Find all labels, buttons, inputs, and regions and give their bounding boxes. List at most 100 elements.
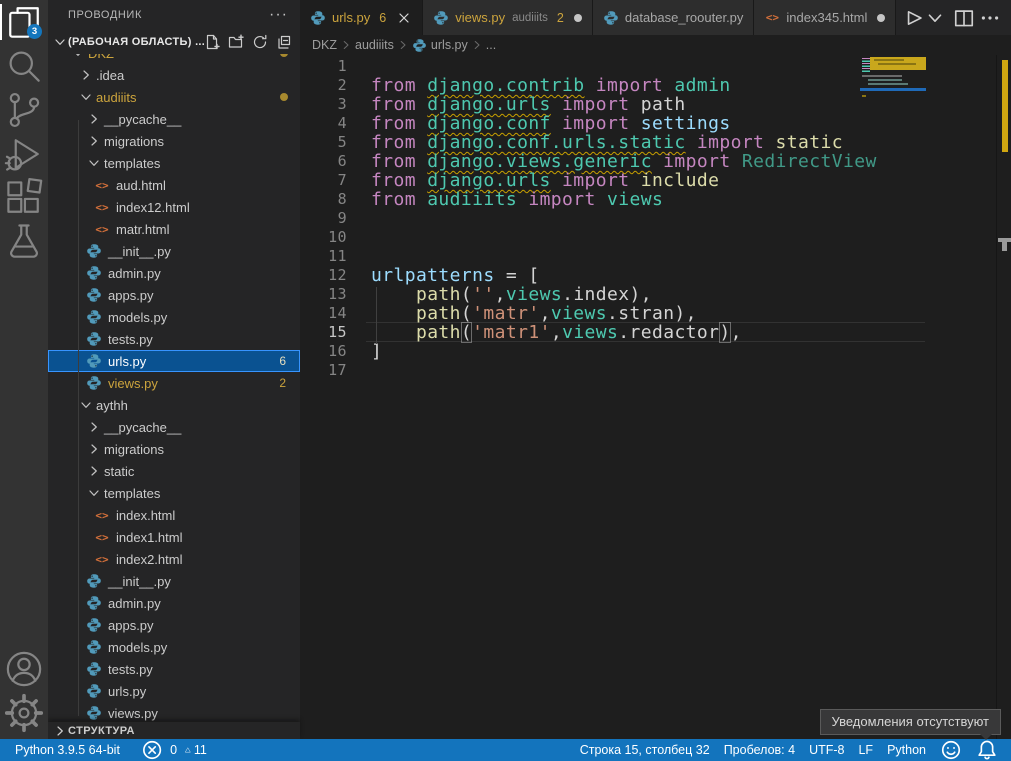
activity-item-explorer[interactable]: 3 bbox=[0, 0, 48, 44]
tree-file-admin-py[interactable]: admin.py bbox=[48, 262, 300, 284]
tree-folder--pycache-[interactable]: __pycache__ bbox=[48, 416, 300, 438]
tree-file--init-py[interactable]: __init__.py bbox=[48, 240, 300, 262]
explorer-icon bbox=[0, 0, 48, 44]
tab-index345-html[interactable]: <>index345.html bbox=[754, 0, 896, 35]
tree-file-tests-py[interactable]: tests.py bbox=[48, 658, 300, 680]
split-editor-button[interactable] bbox=[953, 7, 975, 29]
tab-database-roouter-py[interactable]: database_roouter.py bbox=[593, 0, 755, 35]
sidebar-more-actions-icon[interactable]: ··· bbox=[269, 10, 288, 20]
code-token: ( bbox=[461, 303, 472, 324]
bell-icon bbox=[976, 739, 998, 761]
tree-file-apps-py[interactable]: apps.py bbox=[48, 284, 300, 306]
chevron-down-icon bbox=[78, 397, 94, 413]
code-token: audiiits bbox=[427, 189, 517, 210]
tree-folder-migrations[interactable]: migrations bbox=[48, 130, 300, 152]
tree-file-aud-html[interactable]: <>aud.html bbox=[48, 174, 300, 196]
code-token: django.urls bbox=[427, 94, 551, 115]
tree-file-views-py[interactable]: views.py2 bbox=[48, 372, 300, 394]
status-cursor-position[interactable]: Строка 15, столбец 32 bbox=[573, 739, 717, 761]
tree-file-models-py[interactable]: models.py bbox=[48, 636, 300, 658]
html-file-icon: <> bbox=[94, 199, 110, 215]
status-eol[interactable]: LF bbox=[851, 739, 880, 761]
activity-item-search[interactable] bbox=[0, 44, 48, 88]
new-folder-button[interactable] bbox=[228, 34, 244, 50]
activity-item-source-control[interactable] bbox=[0, 88, 48, 132]
tree-file-index1-html[interactable]: <>index1.html bbox=[48, 526, 300, 548]
refresh-button[interactable] bbox=[252, 34, 268, 50]
code-token: django.conf bbox=[427, 113, 551, 134]
chevron-right-icon bbox=[396, 38, 410, 52]
tab-urls-py[interactable]: urls.py6 bbox=[300, 0, 423, 35]
status-problems[interactable]: 011 bbox=[127, 739, 214, 761]
tree-folder-audiiits[interactable]: audiiits bbox=[48, 86, 300, 108]
collapse-all-button[interactable] bbox=[276, 34, 292, 50]
tree-file-urls-py[interactable]: urls.py bbox=[48, 680, 300, 702]
tree-file-admin-py[interactable]: admin.py bbox=[48, 592, 300, 614]
file-tree: DKZ.ideaaudiiits__pycache__migrationstem… bbox=[48, 54, 300, 722]
tree-folder--pycache-[interactable]: __pycache__ bbox=[48, 108, 300, 130]
code-editor[interactable]: 12from django.contrib import admin3from … bbox=[300, 55, 1011, 739]
workspace-section-header[interactable]: (РАБОЧАЯ ОБЛАСТЬ) ... bbox=[48, 30, 300, 54]
activity-item-run-debug[interactable] bbox=[0, 132, 48, 176]
chevron-right-icon bbox=[78, 67, 94, 83]
outline-section-header[interactable]: СТРУКТУРА bbox=[48, 722, 300, 739]
code-token: = [ bbox=[495, 265, 540, 286]
tree-file-views-py[interactable]: views.py bbox=[48, 702, 300, 722]
tree-item-label: templates bbox=[104, 486, 160, 501]
code-token: views bbox=[562, 322, 618, 343]
html-file-icon: <> bbox=[94, 177, 110, 193]
activity-item-testing[interactable] bbox=[0, 220, 48, 264]
code-token: from bbox=[371, 94, 427, 115]
breadcrumb-item[interactable]: DKZ bbox=[312, 38, 337, 52]
python-file-icon bbox=[86, 573, 102, 589]
status-language-mode[interactable]: Python bbox=[880, 739, 933, 761]
activity-item-extensions[interactable] bbox=[0, 176, 48, 220]
tree-item-label: __init__.py bbox=[108, 244, 171, 259]
more-actions-button[interactable] bbox=[979, 7, 1001, 29]
chevron-down-icon bbox=[86, 485, 102, 501]
tree-file-models-py[interactable]: models.py bbox=[48, 306, 300, 328]
chevron-right-icon bbox=[470, 38, 484, 52]
tree-file-index2-html[interactable]: <>index2.html bbox=[48, 548, 300, 570]
breadcrumb-item[interactable]: audiiits bbox=[355, 38, 394, 52]
tree-file--init-py[interactable]: __init__.py bbox=[48, 570, 300, 592]
tab-views-py[interactable]: views.pyaudiiits2 bbox=[423, 0, 593, 35]
status-label: LF bbox=[858, 743, 873, 757]
tree-file-index-html[interactable]: <>index.html bbox=[48, 504, 300, 526]
breadcrumb-item[interactable]: urls.py bbox=[412, 38, 468, 53]
activity-item-account[interactable] bbox=[0, 647, 48, 691]
status-label: Пробелов: 4 bbox=[724, 743, 795, 757]
tree-folder-aythh[interactable]: aythh bbox=[48, 394, 300, 416]
tree-folder-dkz[interactable]: DKZ bbox=[48, 54, 300, 64]
python-file-icon bbox=[603, 10, 619, 26]
activity-item-settings[interactable] bbox=[0, 691, 48, 735]
tree-file-apps-py[interactable]: apps.py bbox=[48, 614, 300, 636]
status-python-interpreter[interactable]: Python 3.9.5 64-bit bbox=[8, 739, 127, 761]
run-dropdown-button[interactable] bbox=[927, 7, 949, 29]
code-text: path('',views.index), bbox=[371, 285, 652, 304]
tree-file-matr-html[interactable]: <>matr.html bbox=[48, 218, 300, 240]
code-text: from django.conf import settings bbox=[371, 114, 731, 133]
status-encoding[interactable]: UTF-8 bbox=[802, 739, 851, 761]
tree-folder-migrations[interactable]: migrations bbox=[48, 438, 300, 460]
tree-file-index12-html[interactable]: <>index12.html bbox=[48, 196, 300, 218]
tab-problems-badge: 2 bbox=[557, 11, 564, 25]
tree-folder--idea[interactable]: .idea bbox=[48, 64, 300, 86]
tree-file-tests-py[interactable]: tests.py bbox=[48, 328, 300, 350]
status-feedback[interactable] bbox=[933, 739, 969, 761]
code-text: path('matr',views.stran), bbox=[371, 304, 697, 323]
tree-folder-static[interactable]: static bbox=[48, 460, 300, 482]
minimap[interactable] bbox=[860, 55, 928, 739]
scrollbar[interactable] bbox=[996, 55, 1011, 739]
new-file-button[interactable] bbox=[204, 34, 220, 50]
tree-folder-templates[interactable]: templates bbox=[48, 152, 300, 174]
tree-file-urls-py[interactable]: urls.py6 bbox=[48, 350, 300, 372]
run-python-file-button[interactable] bbox=[901, 7, 923, 29]
status-notifications[interactable] bbox=[969, 739, 1005, 761]
tree-folder-templates[interactable]: templates bbox=[48, 482, 300, 504]
python-file-icon bbox=[86, 595, 102, 611]
breadcrumb-item[interactable]: ... bbox=[486, 38, 496, 52]
status-indentation[interactable]: Пробелов: 4 bbox=[717, 739, 802, 761]
close-icon[interactable] bbox=[396, 10, 412, 26]
code-token: 'matr' bbox=[472, 303, 539, 324]
